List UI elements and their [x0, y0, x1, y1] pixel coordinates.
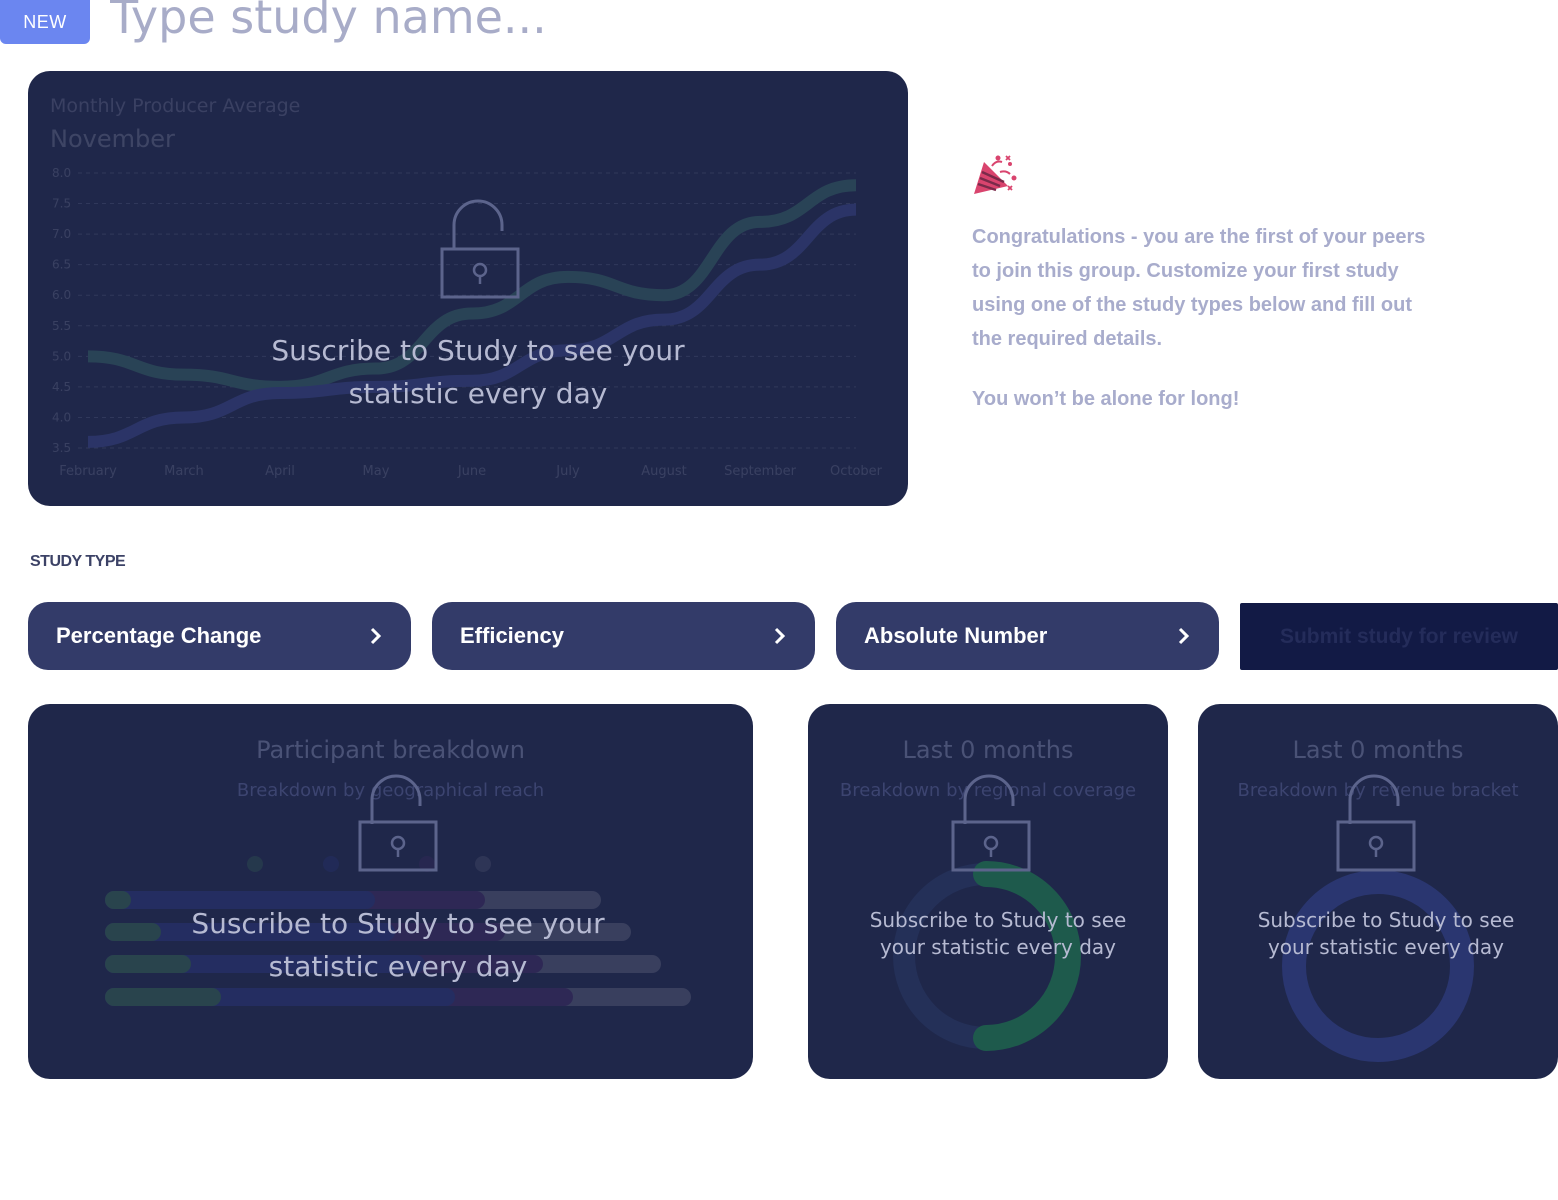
x-tick-label: February	[59, 464, 117, 479]
x-tick-label: August	[641, 464, 687, 479]
x-tick-label: March	[164, 464, 204, 479]
study-name-input[interactable]	[110, 0, 810, 46]
monthly-average-chart-card: Monthly Producer Average November 8.0 7.5…	[28, 71, 908, 506]
y-tick-label: 7.5	[52, 197, 71, 211]
locked-message: Suscribe to Study to see your statistic …	[191, 907, 605, 984]
chevron-right-icon	[774, 627, 786, 645]
locked-message: Subscribe to Study to see your statistic…	[869, 908, 1127, 959]
lock-icon	[440, 197, 520, 299]
y-tick-label: 5.0	[52, 349, 71, 363]
lock-icon	[1336, 772, 1416, 874]
x-tick-label: October	[830, 464, 883, 479]
y-tick-label: 6.5	[52, 258, 71, 272]
donut-chart-placeholder	[1282, 870, 1474, 1062]
congrats-message: Congratulations - you are the first of y…	[972, 226, 1426, 350]
study-type-label-text: Efficiency	[460, 623, 564, 648]
donut-chart-placeholder	[893, 861, 1081, 1051]
y-tick-label: 7.0	[52, 227, 71, 241]
lock-icon	[358, 772, 438, 874]
congrats-panel: Congratulations - you are the first of y…	[972, 220, 1432, 416]
study-type-label-text: Absolute Number	[864, 623, 1048, 648]
x-tick-label: April	[265, 464, 295, 479]
y-tick-label: 5.5	[52, 319, 71, 333]
study-type-absolute-number-button[interactable]: Absolute Number	[836, 602, 1219, 670]
submit-study-button[interactable]: Submit study for review	[1240, 603, 1558, 670]
bar-chart-placeholder	[105, 856, 691, 1006]
party-popper-icon	[970, 152, 1018, 202]
study-type-percentage-change-button[interactable]: Percentage Change	[28, 602, 411, 670]
participant-breakdown-card: Participant breakdown Breakdown by geogr…	[28, 704, 753, 1079]
y-tick-label: 4.0	[52, 410, 71, 424]
x-tick-label: June	[457, 464, 486, 479]
study-type-efficiency-button[interactable]: Efficiency	[432, 602, 815, 670]
y-tick-label: 3.5	[52, 441, 71, 455]
locked-message: Suscribe to Study to see your statistic …	[271, 334, 685, 411]
chevron-right-icon	[1178, 627, 1190, 645]
x-tick-label: July	[555, 464, 580, 479]
y-tick-label: 4.5	[52, 380, 71, 394]
study-type-label-text: Percentage Change	[56, 623, 262, 648]
regional-coverage-card: Last 0 months Breakdown by regional cove…	[808, 704, 1168, 1079]
x-tick-label: September	[724, 464, 797, 479]
locked-message: Subscribe to Study to see your statistic…	[1257, 908, 1515, 959]
study-type-label: STUDY TYPE	[30, 553, 126, 570]
revenue-bracket-card: Last 0 months Breakdown by revenue brack…	[1198, 704, 1558, 1079]
y-tick-label: 8.0	[52, 166, 71, 180]
congrats-note: You won’t be alone for long!	[972, 388, 1240, 410]
lock-icon	[951, 772, 1031, 874]
chevron-right-icon	[370, 627, 382, 645]
y-tick-label: 6.0	[52, 288, 71, 302]
new-badge: NEW	[0, 0, 90, 44]
x-tick-label: May	[363, 464, 390, 479]
